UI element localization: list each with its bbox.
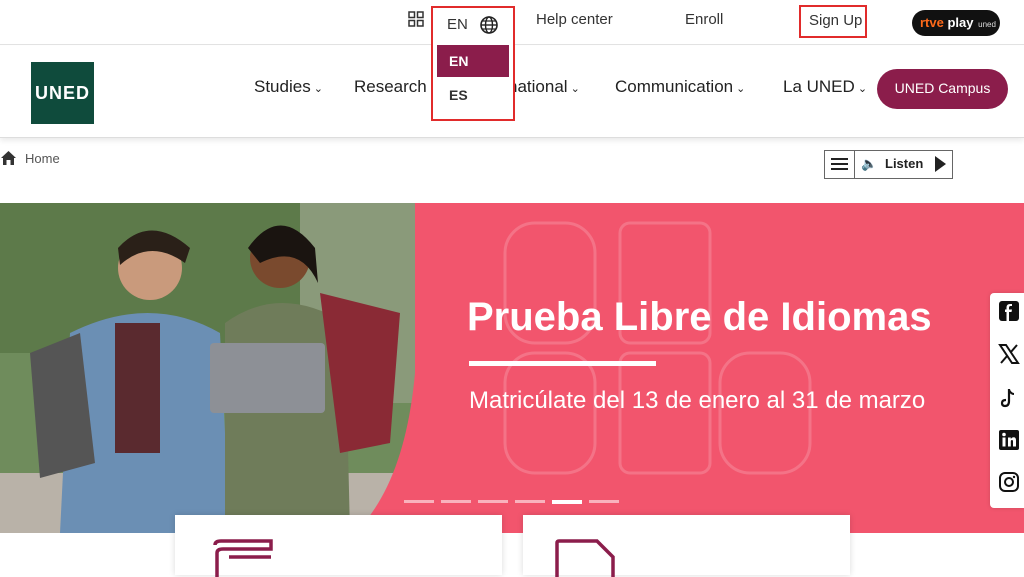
breadcrumb-home[interactable]: Home	[25, 151, 60, 166]
slide-dot[interactable]	[515, 500, 545, 503]
nav-international-label: national	[508, 77, 568, 96]
hero-subtitle: Matricúlate del 13 de enero al 31 de mar…	[469, 387, 926, 414]
speaker-icon: 🔈	[861, 156, 878, 171]
current-language[interactable]: EN	[447, 16, 468, 33]
listen-label[interactable]: Listen	[885, 156, 923, 171]
nav-international[interactable]: national ⌄	[508, 77, 580, 97]
uned-logo[interactable]: UNED	[31, 62, 94, 124]
social-sidebar	[990, 293, 1024, 508]
globe-icon[interactable]	[479, 15, 499, 35]
nav-la-uned[interactable]: La UNED ⌄	[783, 77, 867, 97]
hero-background	[0, 203, 1024, 533]
language-option-en[interactable]: EN	[437, 45, 509, 77]
hero-banner[interactable]: Prueba Libre de Idiomas Matricúlate del …	[0, 203, 1024, 533]
home-icon[interactable]	[0, 150, 17, 166]
slide-dot[interactable]	[441, 500, 471, 503]
nav-research-label: Research	[354, 77, 427, 96]
nav-communication-label: Communication	[615, 77, 734, 96]
chevron-down-icon: ⌄	[736, 83, 746, 95]
feature-card[interactable]	[523, 515, 850, 577]
help-center-link[interactable]: Help center	[536, 11, 613, 28]
enroll-link[interactable]: Enroll	[685, 11, 723, 28]
nav-research[interactable]: Research⌄	[354, 77, 439, 97]
language-dropdown[interactable]: EN EN ES	[431, 6, 515, 121]
rtve-play-logo[interactable]: rtve play uned	[912, 10, 1000, 36]
tiktok-icon[interactable]	[998, 387, 1020, 409]
linkedin-icon[interactable]	[998, 429, 1020, 451]
play-icon[interactable]	[935, 156, 946, 172]
nav-la-uned-label: La UNED	[783, 77, 855, 96]
instagram-icon[interactable]	[998, 471, 1020, 493]
facebook-icon[interactable]	[998, 300, 1020, 322]
sign-up-link[interactable]: Sign Up	[799, 5, 867, 38]
document-icon	[555, 539, 615, 577]
nav-studies-label: Studies	[254, 77, 311, 96]
slide-dot[interactable]	[404, 500, 434, 503]
menu-icon[interactable]	[825, 151, 855, 178]
hero-divider	[469, 361, 656, 366]
language-option-es[interactable]: ES	[437, 79, 509, 111]
nav-communication[interactable]: Communication ⌄	[615, 77, 745, 97]
x-icon[interactable]	[998, 343, 1020, 365]
book-icon	[213, 539, 273, 577]
feature-card[interactable]	[175, 515, 502, 577]
grid-icon[interactable]	[408, 11, 424, 27]
chevron-down-icon: ⌄	[313, 83, 323, 95]
chevron-down-icon: ⌄	[570, 83, 580, 95]
hero-title: Prueba Libre de Idiomas	[467, 295, 932, 339]
slide-dot-active[interactable]	[552, 500, 582, 504]
uned-campus-button[interactable]: UNED Campus	[877, 69, 1008, 109]
nav-studies[interactable]: Studies ⌄	[254, 77, 323, 97]
slide-indicators	[404, 500, 624, 504]
chevron-down-icon: ⌄	[857, 83, 868, 95]
slide-dot[interactable]	[478, 500, 508, 503]
listen-widget[interactable]: 🔈 Listen	[824, 150, 953, 179]
slide-dot[interactable]	[589, 500, 619, 503]
